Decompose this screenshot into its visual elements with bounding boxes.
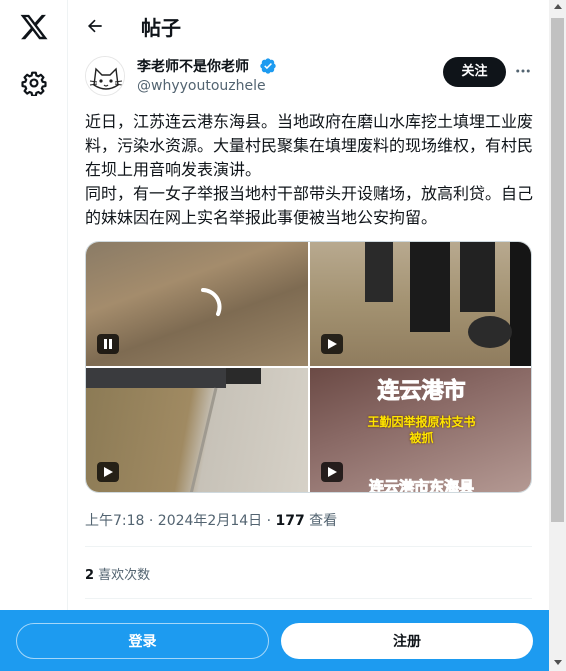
pause-button[interactable] xyxy=(97,334,119,354)
play-button[interactable] xyxy=(97,462,119,482)
scroll-down-arrow-icon[interactable] xyxy=(554,660,562,665)
scroll-thumb[interactable] xyxy=(551,18,564,522)
signup-button[interactable]: 注册 xyxy=(281,623,533,659)
verified-badge-icon xyxy=(260,58,276,74)
follow-button[interactable]: 关注 xyxy=(443,57,506,87)
author-handle[interactable]: @whyyoutouzhele xyxy=(137,78,266,94)
video-3[interactable] xyxy=(86,368,308,492)
top-bar: 帖子 xyxy=(69,0,549,52)
loading-spinner-icon xyxy=(201,288,222,316)
x-logo-icon[interactable] xyxy=(19,12,49,42)
play-button[interactable] xyxy=(321,462,343,482)
more-icon[interactable] xyxy=(514,62,532,80)
play-icon xyxy=(104,467,113,477)
divider xyxy=(85,598,532,599)
video-4-caption-line1: 王勤因举报原村支书 xyxy=(367,415,476,429)
views-label: 查看 xyxy=(304,513,338,529)
video-4-caption-line2: 被抓 xyxy=(409,431,434,445)
video-4-caption-title: 连云港市 xyxy=(377,379,466,405)
media-grid: 连云港市 王勤因举报原村支书 被抓 连云港市东海县 xyxy=(85,241,532,493)
gear-icon[interactable] xyxy=(21,70,47,96)
video-1[interactable] xyxy=(86,242,308,366)
author-name[interactable]: 李老师不是你老师 xyxy=(137,56,249,76)
tweet-time[interactable]: 上午7:18 · 2024年2月14日 · xyxy=(85,513,276,529)
likes-count: 2 xyxy=(85,568,95,583)
likes-stat[interactable]: 2 喜欢次数 xyxy=(85,564,150,583)
pause-icon xyxy=(104,339,112,349)
sidebar xyxy=(0,0,68,671)
page-title: 帖子 xyxy=(141,16,181,40)
video-2[interactable] xyxy=(310,242,531,366)
play-icon xyxy=(328,339,337,349)
tweet-text: 近日，江苏连云港东海县。当地政府在磨山水库挖土填埋工业废料，污染水资源。大量村民… xyxy=(85,112,534,227)
scrollbar[interactable] xyxy=(549,0,566,671)
scroll-up-arrow-icon[interactable] xyxy=(554,4,562,9)
likes-label: 喜欢次数 xyxy=(94,568,151,583)
login-bar: 登录 注册 xyxy=(0,610,549,671)
video-3-scene xyxy=(86,368,261,492)
divider xyxy=(85,546,532,547)
back-arrow-icon[interactable] xyxy=(85,16,105,36)
cat-avatar-icon xyxy=(86,57,124,95)
video-2-scene xyxy=(365,242,531,366)
main-column: 帖子 李老师不是你老师 @whyyoutouzhele 关注 近日，江苏连云港东… xyxy=(69,0,549,671)
play-icon xyxy=(328,467,337,477)
video-4[interactable]: 连云港市 王勤因举报原村支书 被抓 连云港市东海县 xyxy=(310,368,531,493)
login-button[interactable]: 登录 xyxy=(16,623,269,659)
play-button[interactable] xyxy=(321,334,343,354)
tweet-meta: 上午7:18 · 2024年2月14日 · 177 查看 xyxy=(85,510,337,530)
views-count: 177 xyxy=(275,513,305,529)
video-4-caption-bottom: 连云港市东海县 xyxy=(368,478,474,493)
avatar[interactable] xyxy=(85,56,125,96)
